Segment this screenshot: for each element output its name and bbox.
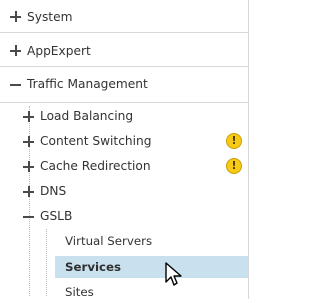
expand-system-plus-icon[interactable] [10, 11, 21, 22]
nav-item-load-balancing[interactable]: Load Balancing [0, 104, 248, 129]
cache-redirection-label: Cache Redirection [40, 159, 151, 173]
expand-cache-redirection-plus-icon[interactable] [23, 161, 34, 172]
services-label: Services [65, 260, 122, 274]
nav-item-services-selected[interactable]: Services [55, 256, 248, 278]
nav-item-cache-redirection[interactable]: Cache Redirection ! [0, 154, 248, 179]
nav-item-sites[interactable]: Sites [55, 281, 248, 303]
gslb-tree-line [46, 229, 47, 296]
load-balancing-label: Load Balancing [40, 109, 134, 123]
gslb-label: GSLB [40, 209, 73, 223]
sites-label: Sites [65, 285, 94, 299]
content-switching-label: Content Switching [40, 134, 152, 148]
nav-item-virtual-servers[interactable]: Virtual Servers [55, 230, 248, 252]
nav-item-traffic-management[interactable]: Traffic Management [0, 67, 248, 103]
traffic-management-label: Traffic Management [27, 77, 148, 91]
collapse-traffic-management-minus-icon[interactable] [10, 79, 21, 90]
nav-item-system[interactable]: System [0, 0, 248, 33]
navigation-tree: System AppExpert Traffic Management Load… [0, 0, 250, 299]
dns-label: DNS [40, 184, 67, 198]
system-label: System [27, 10, 73, 24]
nav-item-appexpert[interactable]: AppExpert [0, 34, 248, 67]
expand-content-switching-plus-icon[interactable] [23, 136, 34, 147]
virtual-servers-label: Virtual Servers [65, 234, 153, 248]
collapse-gslb-minus-icon[interactable] [23, 211, 34, 222]
cache-redirection-warning-icon: ! [226, 158, 242, 174]
mouse-pointer-icon [165, 262, 182, 286]
right-divider [248, 0, 249, 299]
expand-dns-plus-icon[interactable] [23, 186, 34, 197]
expand-load-balancing-plus-icon[interactable] [23, 111, 34, 122]
appexpert-label: AppExpert [27, 44, 91, 58]
nav-item-dns[interactable]: DNS [0, 179, 248, 204]
nav-item-gslb[interactable]: GSLB [0, 204, 248, 229]
content-switching-warning-icon: ! [226, 133, 242, 149]
expand-appexpert-plus-icon[interactable] [10, 45, 21, 56]
nav-item-content-switching[interactable]: Content Switching ! [0, 129, 248, 154]
